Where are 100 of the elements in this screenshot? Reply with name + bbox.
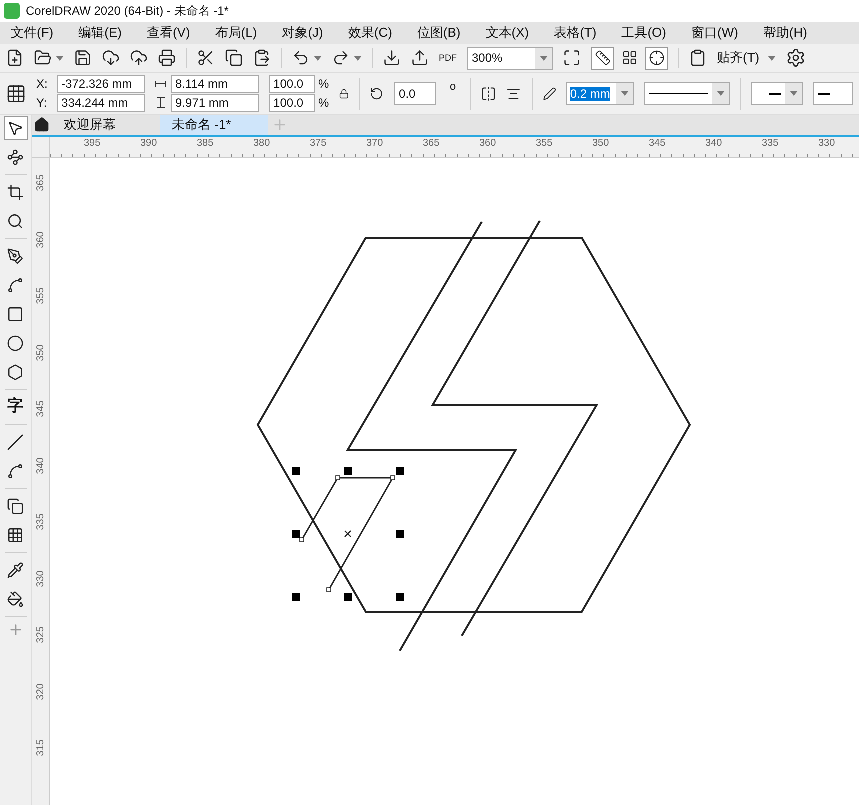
menu-item[interactable]: 文本(X) — [478, 23, 536, 43]
x-position-field[interactable]: -372.326 mm — [56, 75, 145, 93]
menu-item[interactable]: 窗口(W) — [684, 23, 746, 43]
height-icon — [154, 97, 167, 109]
ruler-label: 315 — [36, 740, 46, 756]
text-tool-button[interactable]: 字 — [4, 395, 28, 419]
cloud-upload-icon[interactable] — [130, 49, 148, 67]
rotate-icon[interactable] — [370, 86, 384, 102]
ruler-label: 340 — [706, 139, 722, 149]
guides-toggle-icon — [648, 50, 664, 66]
selection-handle[interactable] — [396, 530, 404, 538]
ruler-label: 390 — [140, 139, 158, 149]
crop-tool-icon — [7, 184, 24, 200]
ruler-label: 375 — [310, 139, 327, 149]
ruler-label: 370 — [366, 139, 384, 149]
rotation-field[interactable]: 0.0 — [394, 82, 436, 105]
paste-icon[interactable] — [253, 49, 271, 67]
caret-icon — [768, 56, 776, 60]
export-icon[interactable] — [411, 49, 429, 67]
zoom-level-dropdown[interactable]: 300% — [467, 46, 553, 70]
ruler-label: 365 — [423, 139, 440, 149]
lock-icon[interactable] — [339, 88, 350, 100]
menu-item[interactable]: 对象(J) — [275, 23, 330, 43]
menu-item[interactable]: 文件(F) — [4, 23, 61, 43]
save-icon[interactable] — [74, 49, 92, 67]
ruler-label: 355 — [36, 288, 46, 304]
selection-handle[interactable] — [396, 467, 404, 475]
selection-handle[interactable] — [344, 593, 352, 601]
menu-item[interactable]: 帮助(H) — [756, 23, 814, 43]
pick-tool-button[interactable] — [4, 116, 28, 140]
scale-y-field[interactable]: 100.0 — [268, 94, 315, 112]
selected-shape[interactable] — [300, 476, 396, 592]
caret-icon — [620, 91, 629, 96]
caret-icon — [540, 56, 548, 60]
document-tab[interactable]: 未命名 -1* — [160, 115, 268, 135]
menu-item[interactable]: 效果(C) — [341, 23, 400, 43]
ruler-label: 330 — [818, 139, 836, 149]
eyedropper-tool-icon — [7, 562, 24, 578]
selection-handle[interactable] — [344, 467, 352, 475]
ruler-label: 360 — [36, 231, 46, 248]
shape-tool-icon — [7, 148, 24, 166]
ruler-toggle-icon — [594, 50, 610, 66]
cloud-download-icon[interactable] — [102, 49, 120, 67]
selection-handle[interactable] — [292, 593, 300, 601]
ruler-label: 365 — [36, 174, 46, 192]
ruler-label: 350 — [592, 139, 610, 149]
ruler-label: 335 — [762, 139, 779, 149]
home-icon[interactable] — [34, 117, 50, 133]
settings-icon[interactable] — [786, 48, 806, 68]
app-logo-icon — [4, 3, 20, 19]
menu-item[interactable]: 位图(B) — [410, 23, 468, 43]
cut-icon[interactable] — [197, 49, 215, 67]
ruler-label: 335 — [36, 514, 46, 530]
undo-icon[interactable] — [292, 49, 310, 67]
full-screen-icon[interactable] — [563, 49, 581, 67]
redo-icon[interactable] — [332, 49, 350, 67]
line-style-dropdown[interactable] — [644, 82, 730, 105]
selection-handle[interactable] — [292, 530, 300, 538]
ruler-label: 345 — [36, 400, 46, 418]
new-document-icon[interactable] — [6, 49, 24, 67]
pdf-export-button[interactable]: PDF — [439, 54, 457, 62]
end-arrowhead-dropdown[interactable] — [813, 82, 854, 105]
window-title: CorelDRAW 2020 (64-Bit) - 未命名 -1* — [26, 3, 229, 20]
copy-icon[interactable] — [225, 49, 243, 67]
ruler-label: 325 — [36, 626, 46, 644]
clipboard-icon[interactable] — [689, 49, 707, 67]
caret-icon — [314, 56, 322, 60]
ruler-toggle-button[interactable] — [591, 46, 614, 70]
menu-item[interactable]: 查看(V) — [140, 23, 198, 43]
menu-item[interactable]: 布局(L) — [208, 23, 264, 43]
ruler-label: 355 — [536, 139, 553, 149]
ruler-label: 380 — [254, 139, 270, 149]
y-position-field[interactable]: 334.244 mm — [56, 94, 145, 112]
pick-tool-icon — [7, 120, 24, 136]
ellipse-tool-icon — [7, 334, 24, 352]
selection-handle[interactable] — [292, 467, 300, 475]
selection-handle[interactable] — [396, 593, 404, 601]
degree-sign: o — [450, 80, 456, 95]
print-icon[interactable] — [158, 49, 176, 67]
snap-dropdown[interactable]: 贴齐(T) — [717, 48, 776, 68]
start-arrowhead-dropdown[interactable] — [751, 82, 804, 105]
width-field[interactable]: 8.114 mm — [170, 75, 259, 93]
pen-tool-icon — [7, 248, 24, 264]
transparency-tool-icon — [7, 526, 24, 544]
percent-sign: % — [318, 95, 330, 112]
import-icon[interactable] — [383, 49, 401, 67]
scale-x-field[interactable]: 100.0 — [268, 75, 315, 93]
height-field[interactable]: 9.971 mm — [170, 94, 259, 112]
ruler-label: 320 — [36, 683, 46, 700]
guides-toggle-button[interactable] — [645, 46, 668, 70]
menu-item[interactable]: 工具(O) — [614, 23, 674, 43]
fill-tool-icon — [7, 590, 24, 608]
caret-icon — [790, 91, 798, 96]
menu-item[interactable]: 表格(T) — [547, 23, 604, 43]
percent-sign: % — [318, 76, 330, 93]
open-folder-icon[interactable] — [34, 49, 52, 67]
outline-width-dropdown[interactable]: 0.2 mm — [566, 82, 634, 105]
pen-nib-icon[interactable] — [542, 86, 556, 102]
menu-item[interactable]: 编辑(E) — [72, 23, 129, 43]
caret-icon — [716, 91, 725, 96]
